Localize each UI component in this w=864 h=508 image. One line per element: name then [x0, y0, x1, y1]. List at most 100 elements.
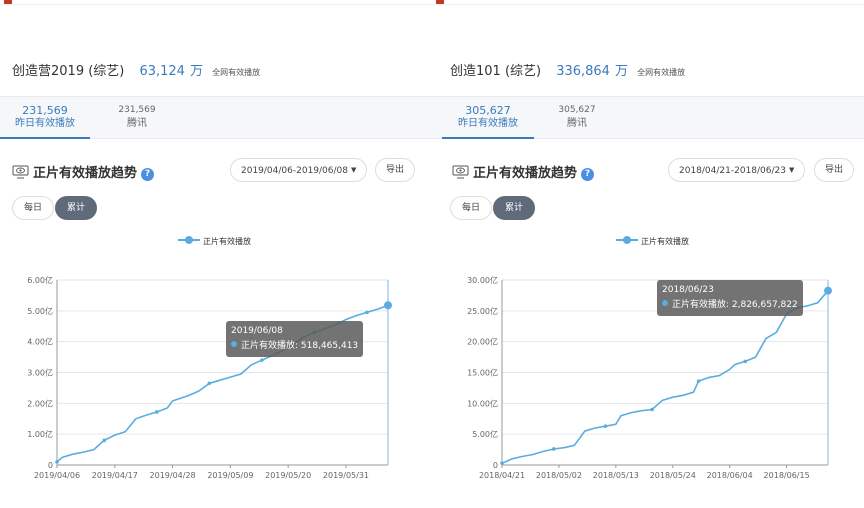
data-point: [260, 358, 264, 362]
chart-left: 0 1.00亿 2.00亿 3.00亿 4.00亿 5.00亿 6.00亿 2019/04/0…: [27, 275, 392, 480]
top-strip: [432, 0, 864, 5]
export-button[interactable]: 导出: [814, 158, 855, 182]
section-title-text: 正片有效播放趋势: [473, 166, 578, 181]
data-point: [55, 460, 59, 464]
x-tick-label: 2019/04/06: [34, 471, 80, 480]
tab-yesterday-number: 231,569: [22, 104, 68, 117]
section-title: 正片有效播放趋势?: [452, 162, 595, 181]
total-views-label: 全网有效播放: [637, 68, 686, 77]
date-range-picker[interactable]: 2018/04/21-2018/06/23 ▼: [668, 158, 806, 182]
section-title-text: 正片有效播放趋势: [33, 166, 138, 181]
tab-yesterday-number: 305,627: [465, 104, 511, 117]
tab-tencent[interactable]: 305,627 腾讯: [548, 104, 606, 131]
toggle-daily[interactable]: 每日: [12, 196, 55, 220]
toggle-cumulative[interactable]: 累计: [493, 196, 536, 220]
y-tick-label: 10.00亿: [467, 398, 498, 408]
tab-tencent-label: 腾讯: [127, 118, 147, 129]
x-tick-label: 2018/05/13: [593, 471, 639, 480]
tab-yesterday-label: 昨日有效播放: [15, 118, 75, 129]
title-row: 创造营2019 (综艺) 63,124 万 全网有效播放: [12, 60, 260, 79]
data-point: [500, 461, 504, 465]
tooltip-value: 正片有效播放: 518,465,413: [241, 341, 359, 351]
x-tick-label: 2019/04/28: [150, 471, 196, 480]
y-tick-label: 0: [48, 461, 53, 470]
y-tick-label: 5.00亿: [472, 429, 498, 439]
total-views-number: 336,864: [556, 64, 610, 79]
chart-tooltip: 2018/06/23 正片有效播放: 2,826,657,822: [657, 280, 803, 316]
data-point: [551, 447, 556, 451]
y-tick-label: 4.00亿: [27, 337, 53, 347]
legend-label: 正片有效播放: [641, 237, 689, 246]
export-button[interactable]: 导出: [375, 158, 416, 182]
date-range-text: 2018/04/21-2018/06/23: [679, 166, 786, 176]
show-name: 创造营2019 (综艺): [12, 64, 125, 79]
x-tick-label: 2018/06/04: [707, 471, 753, 480]
tab-yesterday[interactable]: 305,627 昨日有效播放: [442, 104, 534, 131]
date-range-picker[interactable]: 2019/04/06-2019/06/08 ▼: [230, 158, 368, 182]
tab-tencent-number: 305,627: [558, 105, 596, 115]
y-tick-label: 6.00亿: [27, 275, 53, 285]
legend-label: 正片有效播放: [203, 237, 251, 246]
x-tick-label: 2019/05/20: [265, 471, 311, 480]
section-title: 正片有效播放趋势?: [12, 162, 155, 181]
y-tick-label: 2.00亿: [27, 398, 53, 408]
x-tick-label: 2018/05/02: [536, 471, 582, 480]
tab-yesterday[interactable]: 231,569 昨日有效播放: [0, 104, 90, 131]
caret-down-icon: ▼: [789, 166, 795, 174]
chart-legend[interactable]: 正片有效播放: [178, 236, 251, 247]
tooltip-dot-icon: [662, 300, 668, 306]
data-point: [696, 379, 701, 383]
panel-left: 创造营2019 (综艺) 63,124 万 全网有效播放 231,569 昨日有…: [0, 0, 432, 508]
x-tick-label: 2018/04/21: [479, 471, 525, 480]
data-point: [603, 424, 608, 428]
top-mark-icon: [4, 0, 12, 4]
total-views-unit: 万: [190, 64, 204, 79]
y-tick-label: 15.00亿: [467, 368, 498, 378]
data-point: [365, 310, 369, 315]
data-point: [650, 407, 654, 412]
tab-tencent[interactable]: 231,569 腾讯: [108, 104, 166, 131]
data-point-highlight: [384, 301, 392, 310]
x-tick-label: 2019/05/09: [207, 471, 253, 480]
top-mark-icon: [436, 0, 444, 4]
total-views-unit: 万: [615, 64, 629, 79]
tooltip-dot-icon: [231, 341, 237, 347]
help-icon[interactable]: ?: [581, 168, 595, 181]
tooltip-date: 2019/06/08: [231, 326, 283, 336]
tab-yesterday-label: 昨日有效播放: [458, 118, 518, 129]
toggle-cumulative[interactable]: 累计: [55, 196, 98, 220]
date-range-text: 2019/04/06-2019/06/08: [241, 166, 348, 176]
data-point: [102, 438, 107, 443]
y-tick-label: 30.00亿: [467, 275, 498, 285]
toggle-daily[interactable]: 每日: [450, 196, 493, 220]
monitor-eye-icon: [452, 165, 469, 179]
x-tick-label: 2019/04/17: [92, 471, 138, 480]
series-line: [501, 290, 829, 464]
show-name: 创造101 (综艺): [450, 64, 542, 79]
total-views-label: 全网有效播放: [212, 68, 261, 77]
tooltip-value: 正片有效播放: 2,826,657,822: [672, 300, 798, 310]
y-tick-label: 5.00亿: [27, 306, 53, 316]
caret-down-icon: ▼: [351, 166, 357, 174]
help-icon[interactable]: ?: [141, 168, 155, 181]
data-point: [743, 359, 748, 364]
data-point: [155, 410, 159, 414]
y-tick-label: 3.00亿: [27, 368, 53, 378]
y-tick-label: 25.00亿: [467, 306, 498, 316]
x-tick-label: 2019/05/31: [323, 471, 369, 480]
y-tick-label: 0: [493, 461, 498, 470]
tab-tencent-number: 231,569: [118, 105, 156, 115]
tab-underline: [0, 137, 90, 139]
panel-right: 创造101 (综艺) 336,864 万 全网有效播放 305,627 昨日有效…: [432, 0, 864, 508]
y-tick-label: 20.00亿: [467, 337, 498, 347]
tab-tencent-label: 腾讯: [567, 118, 587, 129]
total-views-number: 63,124: [139, 64, 185, 79]
y-tick-label: 1.00亿: [27, 429, 53, 439]
data-point-highlight: [824, 286, 832, 295]
tabs-band: 305,627 昨日有效播放 305,627 腾讯: [432, 96, 864, 139]
x-tick-label: 2018/06/15: [764, 471, 810, 480]
top-strip: [0, 0, 432, 5]
chart-legend[interactable]: 正片有效播放: [616, 236, 689, 247]
title-row: 创造101 (综艺) 336,864 万 全网有效播放: [450, 60, 685, 79]
monitor-eye-icon: [12, 165, 29, 179]
